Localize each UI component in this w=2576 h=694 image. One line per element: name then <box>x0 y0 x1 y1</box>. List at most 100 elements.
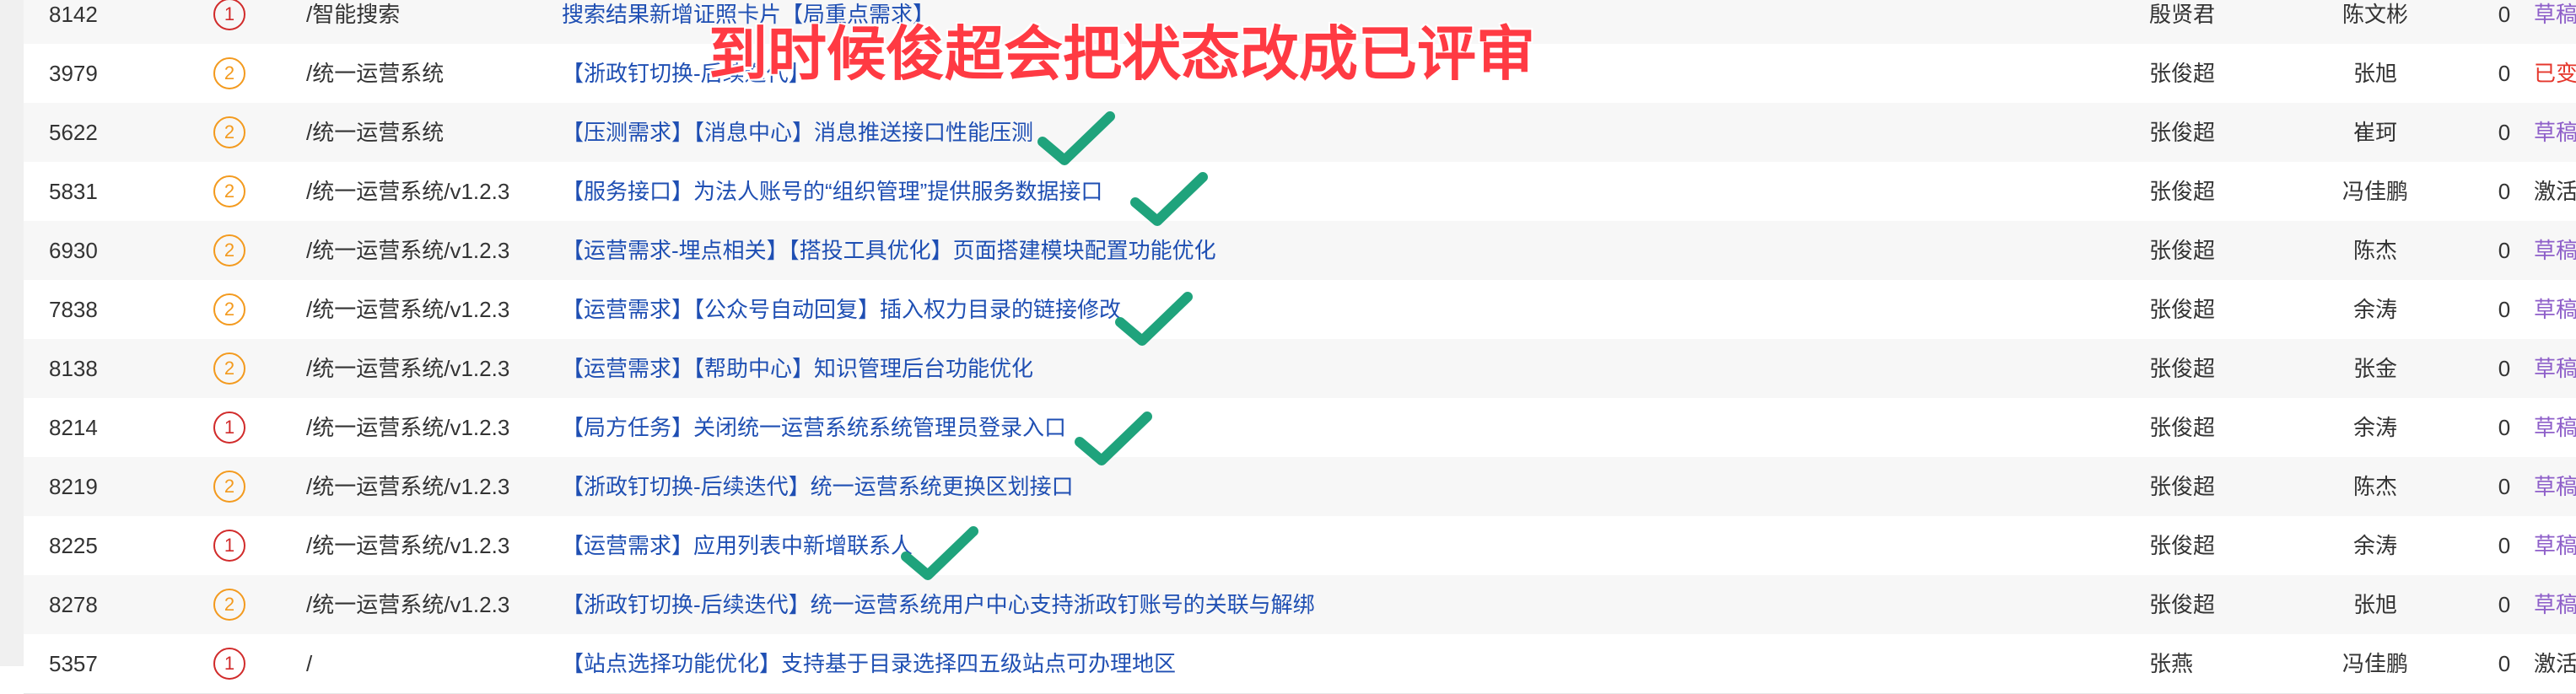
priority-cell: 2 <box>213 162 264 221</box>
task-count: 0 <box>2498 297 2511 322</box>
priority-cell: 2 <box>213 575 264 634</box>
task-count: 0 <box>2498 2 2511 27</box>
story-title-link[interactable]: 【运营需求-埋点相关】【搭投工具优化】页面搭建模块配置功能优化 <box>562 221 2164 280</box>
status-label: 激活 <box>2534 651 2576 676</box>
table-row[interactable]: 8219 2 /统一运营系统/v1.2.3 【浙政钉切换-后续迭代】统一运营系统… <box>24 457 2576 517</box>
creator-name: 张俊超 <box>2149 179 2216 204</box>
story-title-link[interactable]: 【运营需求】应用列表中新增联系人 <box>562 516 2164 575</box>
creator-name: 殷贤君 <box>2149 2 2216 27</box>
priority-cell: 1 <box>213 634 264 693</box>
priority-cell: 2 <box>213 221 264 280</box>
story-title-link[interactable]: 【局方任务】关闭统一运营系统系统管理员登录入口 <box>562 398 2164 457</box>
assignee-name: 陈杰 <box>2352 474 2397 499</box>
story-title-link[interactable]: 【服务接口】为法人账号的“组织管理”提供服务数据接口 <box>562 162 2164 221</box>
table-row[interactable]: 5622 2 /统一运营系统 【压测需求】【消息中心】消息推送接口性能压测 张俊… <box>24 103 2576 163</box>
module-path: /统一运营系统 <box>306 120 445 145</box>
assignee-name: 张金 <box>2352 356 2397 381</box>
table-row[interactable]: 6930 2 /统一运营系统/v1.2.3 【运营需求-埋点相关】【搭投工具优化… <box>24 221 2576 281</box>
task-count: 0 <box>2498 61 2511 86</box>
creator-name: 张俊超 <box>2149 61 2216 86</box>
priority-badge: 1 <box>213 648 245 681</box>
task-count: 0 <box>2498 356 2511 381</box>
status-label: 已变更 <box>2534 61 2576 86</box>
row-id: 8225 <box>49 533 98 558</box>
requirements-table: 8142 1 /智能搜索 搜索结果新增证照卡片【局重点需求】 殷贤君 陈文彬 0… <box>24 0 2576 694</box>
module-path: /智能搜索 <box>306 2 401 27</box>
priority-badge: 1 <box>213 0 245 31</box>
check-mark-icon <box>1113 288 1194 349</box>
table-row[interactable]: 8225 1 /统一运营系统/v1.2.3 【运营需求】应用列表中新增联系人 张… <box>24 516 2576 576</box>
creator-name: 张俊超 <box>2149 592 2216 617</box>
priority-badge: 2 <box>213 589 245 621</box>
row-id: 8138 <box>49 356 98 381</box>
row-id: 8214 <box>49 415 98 440</box>
status-label: 草稿 <box>2534 415 2576 440</box>
priority-badge: 1 <box>213 530 245 562</box>
table-row[interactable]: 5357 1 / 【站点选择功能优化】支持基于目录选择四五级站点可办理地区 张燕… <box>24 634 2576 694</box>
module-path: /统一运营系统/v1.2.3 <box>306 238 510 263</box>
status-label: 激活 <box>2534 179 2576 204</box>
assignee-name: 崔珂 <box>2352 120 2397 145</box>
task-count: 0 <box>2498 238 2511 263</box>
module-path: /统一运营系统/v1.2.3 <box>306 356 510 381</box>
check-mark-icon <box>1129 169 1210 229</box>
story-title-link[interactable]: 【站点选择功能优化】支持基于目录选择四五级站点可办理地区 <box>562 634 2164 693</box>
story-title-link[interactable]: 【运营需求】【公众号自动回复】插入权力目录的链接修改 <box>562 280 2164 339</box>
assignee-name: 余涛 <box>2352 533 2397 558</box>
creator-name: 张俊超 <box>2149 120 2216 145</box>
row-id: 7838 <box>49 297 98 322</box>
status-label: 草稿 <box>2534 120 2576 145</box>
table-row[interactable]: 8214 1 /统一运营系统/v1.2.3 【局方任务】关闭统一运营系统系统管理… <box>24 398 2576 458</box>
assignee-name: 冯佳鹏 <box>2342 179 2408 204</box>
status-label: 草稿 <box>2534 474 2576 499</box>
row-id: 5357 <box>49 651 98 676</box>
check-mark-icon <box>899 523 980 584</box>
row-id: 5831 <box>49 179 98 204</box>
creator-name: 张俊超 <box>2149 297 2216 322</box>
priority-cell: 2 <box>213 44 264 103</box>
creator-name: 张俊超 <box>2149 238 2216 263</box>
story-title-link[interactable]: 【运营需求】【帮助中心】知识管理后台功能优化 <box>562 339 2164 398</box>
assignee-name: 张旭 <box>2352 592 2397 617</box>
row-id: 5622 <box>49 120 98 145</box>
status-label: 草稿 <box>2534 2 2576 27</box>
priority-badge: 2 <box>213 293 245 326</box>
module-path: /统一运营系统/v1.2.3 <box>306 179 510 204</box>
creator-name: 张俊超 <box>2149 415 2216 440</box>
check-mark-icon <box>1036 108 1117 169</box>
priority-badge: 2 <box>213 352 245 385</box>
table-row[interactable]: 7838 2 /统一运营系统/v1.2.3 【运营需求】【公众号自动回复】插入权… <box>24 280 2576 340</box>
row-id: 3979 <box>49 61 98 86</box>
table-row[interactable]: 8278 2 /统一运营系统/v1.2.3 【浙政钉切换-后续迭代】统一运营系统… <box>24 575 2576 635</box>
assignee-name: 冯佳鹏 <box>2342 651 2408 676</box>
task-count: 0 <box>2498 533 2511 558</box>
module-path: / <box>306 651 313 676</box>
task-count: 0 <box>2498 120 2511 145</box>
creator-name: 张俊超 <box>2149 356 2216 381</box>
row-id: 6930 <box>49 238 98 263</box>
priority-badge: 2 <box>213 471 245 503</box>
priority-badge: 2 <box>213 116 245 149</box>
priority-badge: 2 <box>213 57 245 90</box>
table-row[interactable]: 8138 2 /统一运营系统/v1.2.3 【运营需求】【帮助中心】知识管理后台… <box>24 339 2576 399</box>
check-mark-icon <box>1073 408 1154 469</box>
module-path: /统一运营系统/v1.2.3 <box>306 474 510 499</box>
review-status-annotation: 到时候俊超会把状态改成已评审 <box>709 21 1535 87</box>
module-path: /统一运营系统 <box>306 61 445 86</box>
priority-badge: 2 <box>213 175 245 208</box>
creator-name: 张燕 <box>2149 651 2194 676</box>
priority-cell: 1 <box>213 398 264 457</box>
creator-name: 张俊超 <box>2149 474 2216 499</box>
row-id: 8142 <box>49 2 98 27</box>
story-title-link[interactable]: 【浙政钉切换-后续迭代】统一运营系统更换区划接口 <box>562 457 2164 516</box>
task-count: 0 <box>2498 415 2511 440</box>
table-row[interactable]: 5831 2 /统一运营系统/v1.2.3 【服务接口】为法人账号的“组织管理”… <box>24 162 2576 222</box>
module-path: /统一运营系统/v1.2.3 <box>306 533 510 558</box>
status-label: 草稿 <box>2534 356 2576 381</box>
story-title-link[interactable]: 【压测需求】【消息中心】消息推送接口性能压测 <box>562 103 2164 162</box>
story-title-link[interactable]: 【浙政钉切换-后续迭代】统一运营系统用户中心支持浙政钉账号的关联与解绑 <box>562 575 2164 634</box>
row-id: 8278 <box>49 592 98 617</box>
priority-cell: 2 <box>213 280 264 339</box>
task-count: 0 <box>2498 474 2511 499</box>
status-label: 草稿 <box>2534 592 2576 617</box>
